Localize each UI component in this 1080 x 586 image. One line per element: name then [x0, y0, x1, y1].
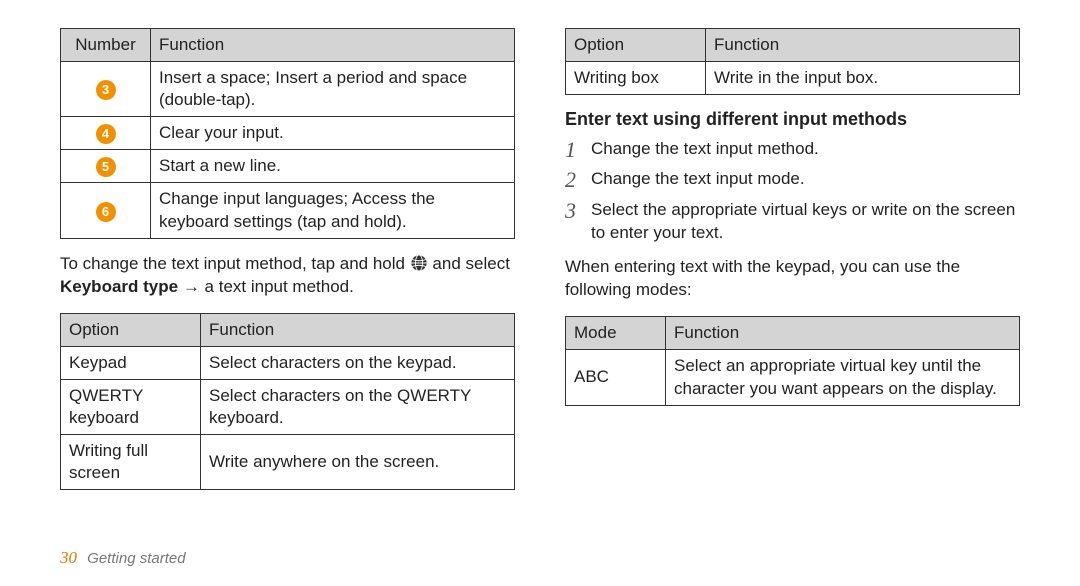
- left-column: Number Function 3 Insert a space; Insert…: [60, 28, 515, 504]
- table-row: ABC Select an appropriate virtual key un…: [566, 350, 1020, 405]
- table-header-function: Function: [201, 313, 515, 346]
- table-header-option: Option: [566, 29, 706, 62]
- table-row: 4 Clear your input.: [61, 117, 515, 150]
- table-cell: Writing full screen: [61, 434, 201, 489]
- para-text: To change the text input method, tap and…: [60, 254, 410, 273]
- option-function-table: Option Function Keypad Select characters…: [60, 313, 515, 491]
- number-badge-icon: 3: [96, 80, 116, 100]
- table-row: QWERTY keyboard Select characters on the…: [61, 379, 515, 434]
- list-item: 1Change the text input method.: [565, 138, 1020, 162]
- steps-list: 1Change the text input method. 2Change t…: [565, 138, 1020, 244]
- table-cell: Keypad: [61, 346, 201, 379]
- step-text: Change the text input mode.: [591, 168, 805, 191]
- globe-icon: [410, 254, 428, 272]
- table-header-mode: Mode: [566, 317, 666, 350]
- footer-section: Getting started: [87, 550, 185, 567]
- para-text: → a text input method.: [178, 277, 354, 296]
- step-number: 2: [565, 168, 591, 192]
- change-method-paragraph: To change the text input method, tap and…: [60, 253, 515, 299]
- table-row: 6 Change input languages; Access the key…: [61, 183, 515, 238]
- table-header-function: Function: [706, 29, 1020, 62]
- page-content: Number Function 3 Insert a space; Insert…: [0, 0, 1080, 504]
- table-cell: QWERTY keyboard: [61, 379, 201, 434]
- table-cell: Clear your input.: [151, 117, 515, 150]
- table-row: Writing full screen Write anywhere on th…: [61, 434, 515, 489]
- table-header-number: Number: [61, 29, 151, 62]
- table-row: 5 Start a new line.: [61, 150, 515, 183]
- table-row: Keypad Select characters on the keypad.: [61, 346, 515, 379]
- mode-function-table: Mode Function ABC Select an appropriate …: [565, 316, 1020, 405]
- list-item: 3Select the appropriate virtual keys or …: [565, 199, 1020, 245]
- table-row: Writing box Write in the input box.: [566, 62, 1020, 95]
- table-cell: Insert a space; Insert a period and spac…: [151, 62, 515, 117]
- para-text: and select: [428, 254, 510, 273]
- table-header-function: Function: [666, 317, 1020, 350]
- table-cell: Select an appropriate virtual key until …: [666, 350, 1020, 405]
- table-cell: Write in the input box.: [706, 62, 1020, 95]
- right-column: Option Function Writing box Write in the…: [565, 28, 1020, 504]
- number-function-table: Number Function 3 Insert a space; Insert…: [60, 28, 515, 239]
- number-badge-icon: 4: [96, 124, 116, 144]
- table-cell: Start a new line.: [151, 150, 515, 183]
- option-function-table-continued: Option Function Writing box Write in the…: [565, 28, 1020, 95]
- table-cell: Select characters on the QWERTY keyboard…: [201, 379, 515, 434]
- step-number: 1: [565, 138, 591, 162]
- number-badge-icon: 5: [96, 157, 116, 177]
- table-cell: Select characters on the keypad.: [201, 346, 515, 379]
- number-badge-icon: 6: [96, 202, 116, 222]
- table-cell: Change input languages; Access the keybo…: [151, 183, 515, 238]
- table-cell: Write anywhere on the screen.: [201, 434, 515, 489]
- table-header-function: Function: [151, 29, 515, 62]
- modes-paragraph: When entering text with the keypad, you …: [565, 256, 1020, 302]
- table-cell: ABC: [566, 350, 666, 405]
- para-bold: Keyboard type: [60, 277, 178, 296]
- step-text: Select the appropriate virtual keys or w…: [591, 199, 1020, 245]
- step-text: Change the text input method.: [591, 138, 819, 161]
- table-cell: Writing box: [566, 62, 706, 95]
- list-item: 2Change the text input mode.: [565, 168, 1020, 192]
- table-header-option: Option: [61, 313, 201, 346]
- page-number: 30: [60, 548, 77, 567]
- table-row: 3 Insert a space; Insert a period and sp…: [61, 62, 515, 117]
- section-heading: Enter text using different input methods: [565, 109, 1020, 130]
- page-footer: 30 Getting started: [60, 548, 186, 568]
- step-number: 3: [565, 199, 591, 223]
